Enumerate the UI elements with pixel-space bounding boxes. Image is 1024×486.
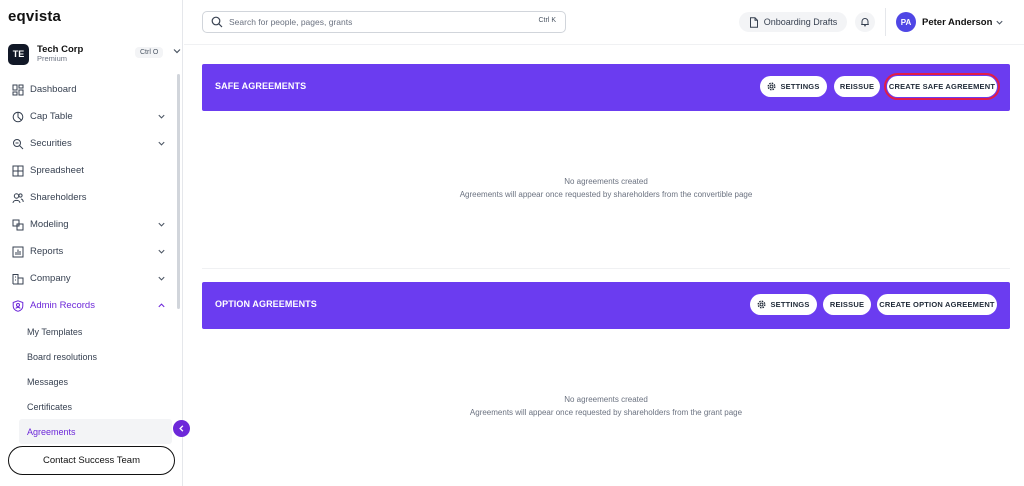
- user-menu[interactable]: PA Peter Anderson: [896, 12, 1003, 32]
- sidebar-subitem-messages[interactable]: Messages: [0, 369, 175, 394]
- search-shortcut: Ctrl K: [538, 17, 557, 24]
- settings-label: SETTINGS: [770, 300, 810, 309]
- sidebar-item-label: Cap Table: [30, 111, 73, 122]
- org-avatar: TE: [8, 43, 29, 65]
- section-title: SAFE AGREEMENTS: [215, 81, 307, 91]
- sidebar-subitem-certificates[interactable]: Certificates: [0, 394, 175, 419]
- grid-icon: [12, 165, 24, 176]
- option-reissue-button[interactable]: REISSUE: [823, 294, 871, 315]
- contact-success-team-button[interactable]: Contact Success Team: [8, 446, 175, 475]
- sidebar-item-modeling[interactable]: Modeling: [0, 211, 175, 238]
- option-settings-button[interactable]: SETTINGS: [750, 294, 817, 315]
- search-icon: [211, 16, 223, 28]
- safe-reissue-button[interactable]: REISSUE: [834, 76, 880, 97]
- sidebar-item-label: Spreadsheet: [30, 165, 84, 176]
- onboarding-drafts-label: Onboarding Drafts: [763, 17, 838, 27]
- sidebar-item-spreadsheet[interactable]: Spreadsheet: [0, 157, 175, 184]
- document-icon: [749, 16, 758, 28]
- chevron-down-icon: [158, 114, 165, 119]
- sidebar-subitem-agreements[interactable]: Agreements: [19, 419, 172, 444]
- chevron-down-icon: [158, 141, 165, 146]
- sidebar-item-label: Dashboard: [30, 84, 77, 95]
- bar-chart-icon: [12, 246, 24, 257]
- chevron-left-icon: [179, 425, 184, 432]
- shield-user-icon: [12, 299, 24, 312]
- securities-icon: [13, 138, 24, 149]
- empty-state-title: No agreements created: [564, 177, 648, 186]
- sidebar-subitem-board-resolutions[interactable]: Board resolutions: [0, 344, 175, 369]
- chevron-up-icon: [158, 303, 165, 308]
- search-input[interactable]: [229, 17, 519, 27]
- option-agreements-banner: OPTION AGREEMENTS SETTINGS REISSUE CREAT…: [202, 282, 1010, 329]
- empty-state-title: No agreements created: [564, 395, 648, 404]
- sidebar-item-reports[interactable]: Reports: [0, 238, 175, 265]
- sidebar-item-company[interactable]: Company: [0, 265, 175, 292]
- empty-state-description: Agreements will appear once requested by…: [459, 190, 753, 199]
- safe-agreements-banner: SAFE AGREEMENTS SETTINGS REISSUE CREATE …: [202, 64, 1010, 111]
- sidebar-item-admin-records[interactable]: Admin Records: [0, 292, 175, 319]
- create-option-agreement-button[interactable]: CREATE OPTION AGREEMENT: [877, 294, 997, 315]
- header-divider: [885, 8, 886, 36]
- settings-label: SETTINGS: [780, 82, 820, 91]
- org-plan: Premium: [37, 54, 68, 64]
- header-bottom-divider: [184, 44, 1024, 45]
- collapse-sidebar-button[interactable]: [173, 420, 190, 437]
- modeling-icon: [12, 219, 24, 230]
- create-safe-agreement-button[interactable]: CREATE SAFE AGREEMENT: [884, 73, 1000, 100]
- sidebar-item-cap-table[interactable]: Cap Table: [0, 103, 175, 130]
- chevron-down-icon: [158, 222, 165, 227]
- sidebar-item-label: Reports: [30, 246, 64, 257]
- dashboard-icon: [12, 84, 24, 95]
- bell-icon: [861, 17, 869, 27]
- safe-empty-state: No agreements created Agreements will ap…: [202, 175, 1010, 201]
- app-logo[interactable]: eqvista: [8, 8, 61, 25]
- sidebar-item-securities[interactable]: Securities: [0, 130, 175, 157]
- chevron-down-icon: [158, 276, 165, 281]
- sidebar-scrollbar[interactable]: [177, 74, 180, 309]
- chevron-down-icon: [173, 49, 181, 54]
- sidebar-item-label: Company: [30, 273, 71, 284]
- sidebar-item-label: Shareholders: [30, 192, 87, 203]
- pie-chart-icon: [12, 111, 24, 122]
- chevron-down-icon: [158, 249, 165, 254]
- notifications-button[interactable]: [855, 12, 875, 32]
- empty-state-description: Agreements will appear once requested by…: [469, 408, 743, 417]
- search-bar[interactable]: Ctrl K: [202, 11, 566, 33]
- sidebar-nav: Dashboard Cap Table Securities Spreadshe…: [0, 76, 175, 444]
- safe-settings-button[interactable]: SETTINGS: [760, 76, 827, 97]
- section-title: OPTION AGREEMENTS: [215, 299, 317, 309]
- sidebar-item-dashboard[interactable]: Dashboard: [0, 76, 175, 103]
- section-divider: [202, 268, 1010, 269]
- sidebar-item-label: Modeling: [30, 219, 69, 230]
- gear-icon: [757, 300, 766, 309]
- sidebar-item-shareholders[interactable]: Shareholders: [0, 184, 175, 211]
- onboarding-drafts-button[interactable]: Onboarding Drafts: [739, 12, 847, 32]
- option-empty-state: No agreements created Agreements will ap…: [202, 393, 1010, 419]
- sidebar: eqvista TE Tech Corp Premium Ctrl O Dash…: [0, 0, 183, 486]
- sidebar-item-label: Admin Records: [30, 300, 95, 311]
- org-shortcut-badge: Ctrl O: [135, 47, 164, 58]
- users-icon: [12, 192, 24, 203]
- sidebar-subitem-my-templates[interactable]: My Templates: [0, 319, 175, 344]
- gear-icon: [767, 82, 776, 91]
- avatar: PA: [896, 12, 916, 32]
- sidebar-item-label: Securities: [30, 138, 72, 149]
- company-icon: [12, 273, 24, 284]
- user-name: Peter Anderson: [922, 16, 993, 28]
- org-switcher[interactable]: TE Tech Corp Premium Ctrl O: [8, 42, 181, 66]
- chevron-down-icon: [996, 20, 1003, 25]
